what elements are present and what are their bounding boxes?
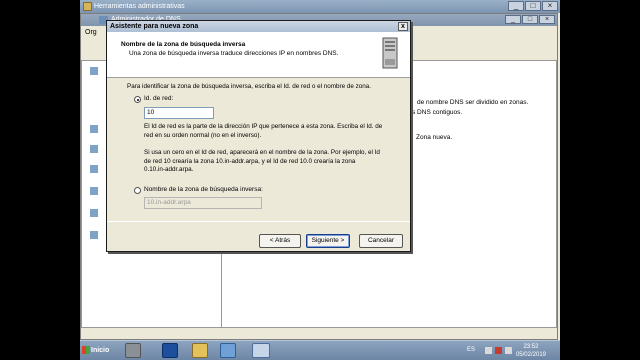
start-label: Inicio	[91, 347, 110, 354]
dns-minimize-button[interactable]: _	[505, 15, 521, 24]
alert-icon[interactable]	[495, 347, 502, 354]
back-button[interactable]: < Atrás	[259, 234, 301, 248]
wizard-body: Para identificar la zona de búsqueda inv…	[107, 79, 410, 219]
organize-menu[interactable]: Org	[85, 29, 97, 36]
wizard-close-button[interactable]: x	[398, 22, 408, 31]
system-tray: ES 23:52 05/02/2019	[440, 342, 560, 360]
folder-icon	[83, 2, 92, 11]
explorer-icon[interactable]	[192, 343, 208, 358]
tree-node-icon[interactable]	[90, 187, 98, 195]
tree-node-icon[interactable]	[90, 145, 98, 153]
tree-node-icon[interactable]	[90, 67, 98, 75]
network-id-help-line-1: El Id de red es la parte de la dirección…	[144, 123, 383, 130]
new-zone-wizard-dialog: Asistente para nueva zona x Nombre de la…	[106, 20, 411, 252]
network-id-label[interactable]: Id. de red:	[144, 95, 173, 102]
wizard-header-title: Nombre de la zona de búsqueda inversa	[121, 41, 246, 48]
admin-tools-titlebar: Herramientas administrativas _ □ ×	[80, 0, 560, 13]
tree-node-icon[interactable]	[90, 231, 98, 239]
volume-icon[interactable]	[505, 347, 512, 354]
dns-manager-taskbar-icon[interactable]	[252, 343, 270, 358]
wizard-separator	[107, 221, 410, 222]
wizard-instructions: Para identificar la zona de búsqueda inv…	[127, 83, 371, 90]
admin-tools-title: Herramientas administrativas	[94, 3, 185, 10]
language-indicator[interactable]: ES	[467, 347, 475, 353]
server-manager-icon[interactable]	[125, 343, 141, 358]
network-id-radio[interactable]	[134, 96, 141, 103]
details-line-2: s DNS contiguos.	[412, 109, 463, 116]
clock-date: 05/02/2019	[515, 352, 546, 358]
tree-node-icon[interactable]	[90, 209, 98, 217]
network-icon[interactable]	[485, 347, 492, 354]
powershell-icon[interactable]	[162, 343, 178, 358]
taskbar: Inicio ES 23:52 05/02/2019	[80, 340, 560, 360]
next-button[interactable]: Siguiente >	[306, 234, 350, 248]
desktop-screen: Herramientas administrativas _ □ × Admin…	[80, 0, 560, 360]
tree-node-icon[interactable]	[90, 125, 98, 133]
dns-maximize-button[interactable]: □	[522, 15, 538, 24]
wizard-header: Nombre de la zona de búsqueda inversa Un…	[107, 32, 410, 78]
wizard-titlebar: Asistente para nueva zona x	[107, 21, 410, 32]
close-button[interactable]: ×	[542, 1, 558, 11]
details-line-3: Zona nueva.	[416, 134, 453, 141]
server-icon	[382, 37, 398, 69]
windows-logo-icon	[82, 346, 90, 354]
network-id-help: El Id de red es la parte de la dirección…	[144, 123, 382, 140]
network-id-help-line-2: red en su orden normal (no en el inverso…	[144, 131, 262, 139]
zone-name-radio[interactable]	[134, 187, 141, 194]
dns-close-button[interactable]: ×	[539, 15, 555, 24]
zero-usage-help: Si usa un cero en el Id de red, aparecer…	[144, 149, 380, 175]
wizard-title: Asistente para nueva zona	[110, 23, 199, 30]
minimize-button[interactable]: _	[508, 1, 524, 11]
admin-tools-window-controls: _ □ ×	[508, 1, 558, 11]
network-id-input[interactable]: 10	[144, 107, 214, 119]
details-line-1: de nombre DNS ser dividido en zonas.	[417, 99, 529, 106]
dns-window-controls: _ □ ×	[505, 15, 555, 24]
maximize-button[interactable]: □	[525, 1, 541, 11]
clock-time: 23:52	[523, 344, 539, 350]
zero-usage-help-line-3: 0.10.in-addr.arpa.	[144, 166, 194, 173]
wizard-header-subtitle: Una zona de búsqueda inversa traduce dir…	[129, 50, 339, 57]
tree-node-icon[interactable]	[90, 165, 98, 173]
start-button[interactable]: Inicio	[80, 342, 114, 359]
cancel-button[interactable]: Cancelar	[359, 234, 403, 248]
zone-name-label[interactable]: Nombre de la zona de búsqueda inversa:	[144, 186, 263, 193]
zero-usage-help-line-1: Si usa un cero en el Id de red, aparecer…	[144, 149, 380, 156]
admin-tools-taskbar-icon[interactable]	[220, 343, 236, 358]
zero-usage-help-line-2: de red 10 crearía la zona 10.in-addr.arp…	[144, 157, 356, 165]
zone-name-input[interactable]: 10.in-addr.arpa	[144, 197, 262, 209]
clock[interactable]: 23:52 05/02/2019	[516, 343, 546, 359]
